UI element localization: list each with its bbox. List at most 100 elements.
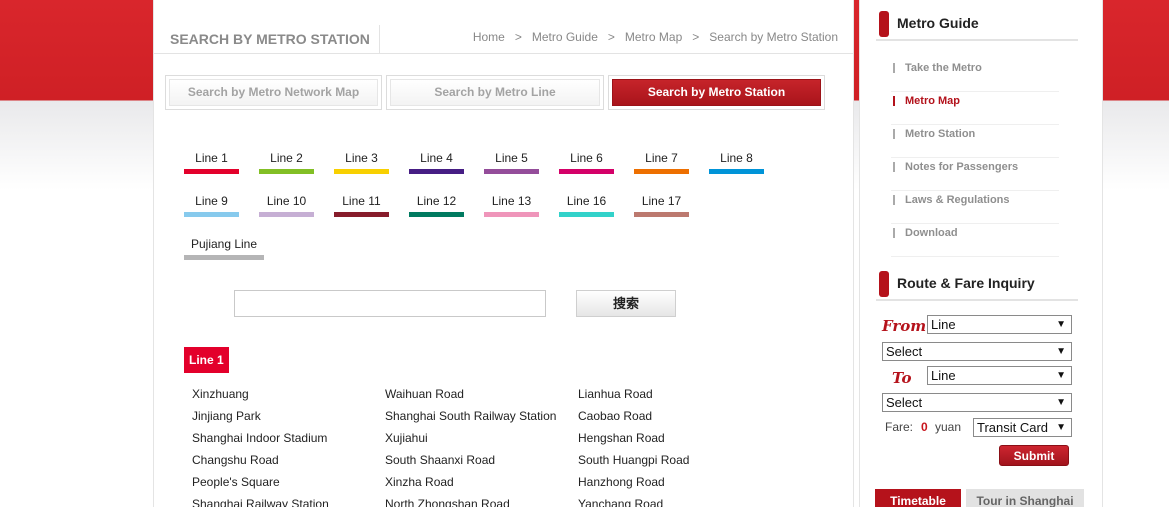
sidebar-nav-item[interactable]: Laws & Regulations [891,191,1059,224]
line-color-bar [409,212,464,217]
breadcrumb: Home > Metro Guide > Metro Map > Search by Met… [473,30,838,44]
sidebar-nav-label: Download [905,227,958,239]
tab-label: Search by Metro Line [390,79,600,106]
tab-timetable[interactable]: Timetable [875,489,961,507]
line-chip[interactable]: Line 11 [334,194,389,217]
line-chip[interactable]: Line 10 [259,194,314,217]
line-chip[interactable]: Line 5 [484,151,539,174]
tab-metro-station[interactable]: Search by Metro Station [608,75,825,110]
line-chip-label: Line 17 [641,194,682,208]
line-chip-label: Line 13 [491,194,532,208]
sidebar-nav-label: Laws & Regulations [905,194,1010,206]
line-chip[interactable]: Pujiang Line [184,237,264,260]
card-type-select[interactable]: Transit Card ▼ [973,418,1072,437]
station-link[interactable]: Yanchang Road [578,497,663,507]
station-link[interactable]: North Zhongshan Road [385,497,510,507]
line-chip[interactable]: Line 4 [409,151,464,174]
page-title: SEARCH BY METRO STATION [170,31,370,47]
line-chip-label: Line 3 [345,151,378,165]
chevron-down-icon: ▼ [1056,319,1066,330]
from-line-value: Line [931,317,956,332]
station-link[interactable]: Caobao Road [578,409,652,423]
station-link[interactable]: Hanzhong Road [578,475,665,489]
line-chip-label: Line 8 [720,151,753,165]
line-chip[interactable]: Line 13 [484,194,539,217]
tab-tour-in-shanghai[interactable]: Tour in Shanghai [966,489,1084,507]
fare-value: 0 [921,420,928,434]
sidebar-nav-item[interactable]: Metro Map [891,92,1059,125]
breadcrumb-separator: > [514,30,522,44]
line-color-bar [184,255,264,260]
line-chip[interactable]: Line 12 [409,194,464,217]
line-chip[interactable]: Line 16 [559,194,614,217]
sidebar-nav-item[interactable]: Metro Station [891,125,1059,158]
station-link[interactable]: Shanghai Indoor Stadium [192,431,327,445]
sidebar-nav-label: Metro Station [905,128,976,140]
line-color-bar [484,169,539,174]
to-line-select[interactable]: Line ▼ [927,366,1072,385]
line-chip[interactable]: Line 2 [259,151,314,174]
page-header: SEARCH BY METRO STATION Home > Metro Guide… [154,23,854,54]
line-chip-label: Line 1 [195,151,228,165]
station-link[interactable]: Lianhua Road [578,387,653,401]
sidebar-nav-item[interactable]: Take the Metro [891,59,1059,92]
line-chip-label: Line 12 [416,194,457,208]
current-line-badge: Line 1 [184,347,229,373]
bullet-marker [893,63,895,73]
station-link[interactable]: Waihuan Road [385,387,464,401]
bullet-marker [893,129,895,139]
from-line-select[interactable]: Line ▼ [927,315,1072,334]
station-link[interactable]: Jinjiang Park [192,409,261,423]
line-chip[interactable]: Line 1 [184,151,239,174]
chevron-down-icon: ▼ [1056,422,1066,433]
from-station-select[interactable]: Select ▼ [882,342,1072,361]
station-link[interactable]: Xinzha Road [385,475,454,489]
sidebar-nav-item[interactable]: Notes for Passengers [891,158,1059,191]
line-chip[interactable]: Line 17 [634,194,689,217]
tab-network-map[interactable]: Search by Metro Network Map [165,75,382,110]
sidebar-nav-item[interactable]: Download [891,224,1059,257]
breadcrumb-home[interactable]: Home [473,30,505,44]
chevron-down-icon: ▼ [1056,397,1066,408]
station-link[interactable]: Changshu Road [192,453,279,467]
sidebar: Metro Guide Take the Metro Metro Map Metro… [859,0,1103,507]
metro-guide-header: Metro Guide [876,11,1078,41]
station-link[interactable]: Shanghai South Railway Station [385,409,556,423]
line-color-bar [259,169,314,174]
station-link[interactable]: Xujiahui [385,431,428,445]
line-chip-label: Line 5 [495,151,528,165]
line-chip[interactable]: Line 9 [184,194,239,217]
station-link[interactable]: Shanghai Railway Station [192,497,329,507]
to-station-select[interactable]: Select ▼ [882,393,1072,412]
main-panel: SEARCH BY METRO STATION Home > Metro Guide… [153,0,854,507]
search-button[interactable]: 搜索 [576,290,676,317]
station-link[interactable]: South Shaanxi Road [385,453,495,467]
line-color-bar [184,212,239,217]
line-chip[interactable]: Line 7 [634,151,689,174]
line-chip[interactable]: Line 8 [709,151,764,174]
breadcrumb-metro-guide[interactable]: Metro Guide [532,30,598,44]
line-chip[interactable]: Line 6 [559,151,614,174]
sidebar-nav-label: Notes for Passengers [905,161,1019,173]
metro-guide-title: Metro Guide [897,15,979,31]
fare-unit: yuan [935,420,962,434]
header-divider [379,25,380,53]
line-chip[interactable]: Line 3 [334,151,389,174]
route-fare-title: Route & Fare Inquiry [897,275,1035,291]
line-color-bar [559,169,614,174]
sidebar-nav-label: Metro Map [905,95,960,107]
station-link[interactable]: South Huangpi Road [578,453,689,467]
submit-button[interactable]: Submit [999,445,1069,466]
bullet-marker [893,228,895,238]
bullet-marker [893,96,895,106]
tab-metro-line[interactable]: Search by Metro Line [386,75,604,110]
fare-label: Fare: [885,420,914,434]
line-chip-label: Pujiang Line [190,237,258,251]
station-link[interactable]: Hengshan Road [578,431,665,445]
breadcrumb-metro-map[interactable]: Metro Map [625,30,682,44]
breadcrumb-current: Search by Metro Station [709,30,838,44]
station-search-input[interactable] [234,290,546,317]
station-link[interactable]: People's Square [192,475,280,489]
line-color-bar [259,212,314,217]
station-link[interactable]: Xinzhuang [192,387,249,401]
